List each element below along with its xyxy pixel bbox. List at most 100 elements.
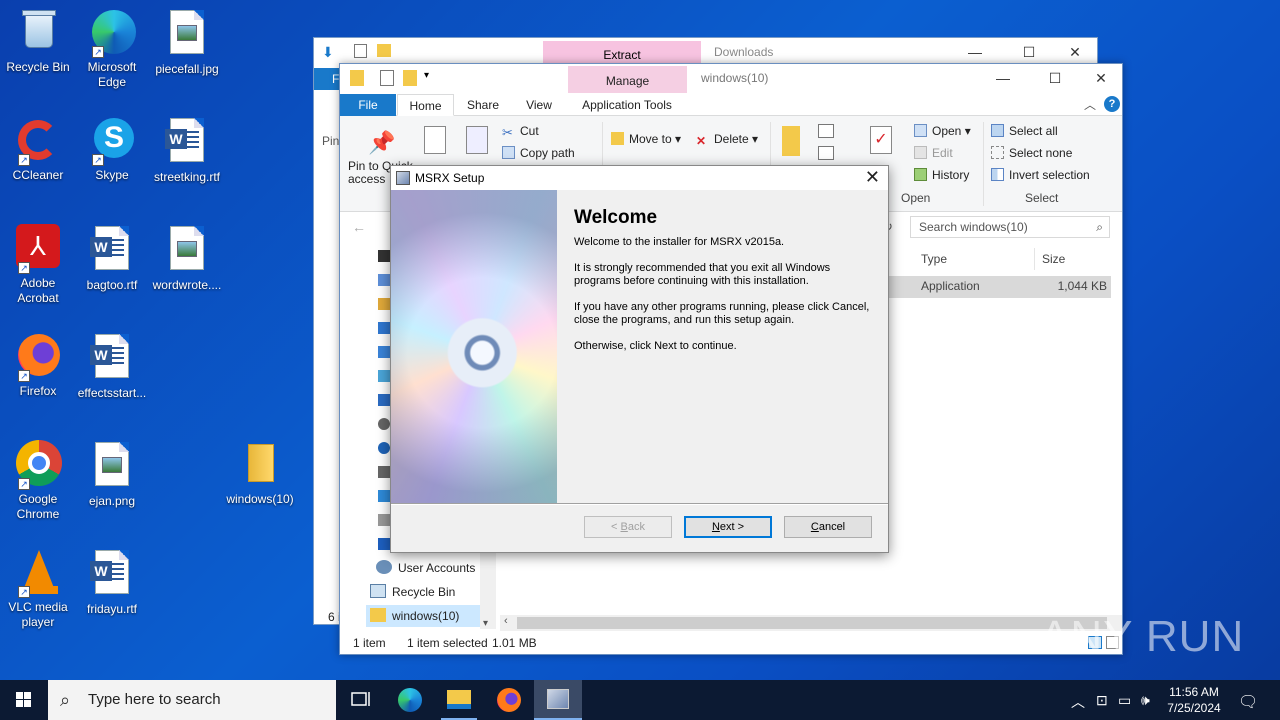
desktop-icon-ejan[interactable]: ejan.png <box>74 440 150 509</box>
taskbar-edge[interactable] <box>386 680 434 720</box>
minimize-button[interactable]: — <box>980 64 1026 92</box>
properties-icon[interactable]: ✓ <box>870 126 892 154</box>
firefox-icon <box>497 688 521 712</box>
chevron-down-icon[interactable]: ▾ <box>483 618 488 629</box>
taskbar-firefox[interactable] <box>485 680 533 720</box>
desktop-icon-ccleaner[interactable]: ↗ CCleaner <box>0 116 76 183</box>
maximize-button[interactable]: ☐ <box>1032 64 1078 92</box>
windows-logo-icon <box>16 692 31 707</box>
collapse-ribbon-icon[interactable]: ︿ <box>1084 96 1096 113</box>
tab-view[interactable]: View <box>516 94 562 116</box>
desktop-icon-edge[interactable]: ↗ Microsoft Edge <box>74 8 150 90</box>
nav-item-windows10[interactable]: windows(10) <box>366 605 480 627</box>
cut-button[interactable]: ✂ Cut <box>502 124 539 140</box>
properties-check-icon[interactable] <box>354 44 367 58</box>
folder-icon[interactable] <box>377 44 391 57</box>
desktop-icon-acrobat[interactable]: ⅄ ↗ Adobe Acrobat <box>0 224 76 306</box>
taskbar-file-explorer[interactable] <box>435 680 483 720</box>
invert-selection-button[interactable]: Invert selection <box>991 168 1090 182</box>
nav-item-recycle-bin[interactable]: Recycle Bin <box>370 581 455 603</box>
scrollbar-thumb[interactable] <box>517 617 1107 629</box>
taskbar-search-box[interactable]: ⌕ Type here to search <box>48 680 336 720</box>
nav-icon[interactable] <box>378 418 390 430</box>
network-icon[interactable]: ⊡ <box>1096 692 1108 709</box>
tab-share[interactable]: Share <box>460 94 506 116</box>
select-all-button[interactable]: Select all <box>991 124 1058 138</box>
desktop-icon-streetking[interactable]: W streetking.rtf <box>149 116 225 185</box>
desktop-icon-bagtoo[interactable]: W bagtoo.rtf <box>74 224 150 293</box>
nav-icon[interactable] <box>378 298 390 310</box>
next-button[interactable]: Next > <box>684 516 772 538</box>
nav-icon[interactable] <box>378 274 390 286</box>
properties-check-icon[interactable] <box>380 70 394 86</box>
search-box[interactable]: Search windows(10) ⌕ <box>910 216 1110 238</box>
desktop-icon-fridayu[interactable]: W fridayu.rtf <box>74 548 150 617</box>
file-row-selected[interactable]: Application 1,044 KB <box>888 276 1111 298</box>
close-button[interactable]: ✕ <box>1052 38 1098 66</box>
close-button[interactable]: ✕ <box>1078 64 1124 92</box>
title-bar[interactable]: ▾ Manage windows(10) — ☐ ✕ <box>340 64 1124 93</box>
volume-icon[interactable]: 🕪 <box>1141 692 1150 709</box>
close-icon[interactable]: ✕ <box>865 167 880 188</box>
chevron-up-icon[interactable]: ︿ <box>1071 692 1085 712</box>
nav-icon[interactable] <box>378 394 390 406</box>
paste-icon[interactable] <box>466 126 488 154</box>
chevron-left-icon[interactable]: ‹ <box>504 615 508 627</box>
help-icon[interactable]: ? <box>1104 96 1120 112</box>
back-arrow-icon[interactable]: ← <box>352 219 366 235</box>
copy-icon[interactable] <box>424 126 446 154</box>
desktop-icon-skype[interactable]: S ↗ Skype <box>74 116 150 183</box>
move-to-button[interactable]: Move to ▾ <box>611 132 681 146</box>
welcome-heading: Welcome <box>574 207 658 228</box>
nav-icon[interactable] <box>378 442 390 454</box>
easy-access-icon[interactable] <box>818 146 834 160</box>
tab-file[interactable]: File <box>340 94 396 116</box>
desktop-icon-recycle-bin[interactable]: Recycle Bin <box>0 8 76 75</box>
copy-path-button[interactable]: Copy path <box>502 146 575 160</box>
column-header-size[interactable]: Size <box>1042 250 1065 272</box>
nav-icon[interactable] <box>378 514 390 526</box>
desktop-icon-firefox[interactable]: ↗ Firefox <box>0 332 76 399</box>
tab-application-tools[interactable]: Application Tools <box>572 94 682 116</box>
taskbar-msrx-setup[interactable] <box>534 680 582 720</box>
desktop-icon-chrome[interactable]: ↗ Google Chrome <box>0 440 76 522</box>
delete-button[interactable]: ✕ Delete ▾ <box>696 132 758 148</box>
new-folder-icon[interactable] <box>782 126 800 156</box>
new-item-icon[interactable] <box>818 124 834 138</box>
tab-home[interactable]: Home <box>397 94 454 116</box>
column-header-type[interactable]: Type <box>921 250 947 272</box>
clock[interactable]: 11:56 AM 7/25/2024 <box>1162 684 1226 716</box>
desktop-icon-effectsstart[interactable]: W effectsstart... <box>74 332 150 401</box>
dialog-title-bar[interactable]: MSRX Setup ✕ <box>391 166 888 190</box>
desktop-icon-wordwrote[interactable]: wordwrote.... <box>149 224 225 293</box>
nav-icon[interactable] <box>378 490 390 502</box>
nav-icon[interactable] <box>378 250 390 262</box>
tab-manage[interactable]: Manage <box>568 66 687 93</box>
monitor-icon[interactable]: ▭ <box>1118 692 1131 709</box>
horizontal-scrollbar[interactable]: ‹ <box>500 615 1122 631</box>
cancel-button[interactable]: Cancel <box>784 516 872 538</box>
desktop-icon-vlc[interactable]: ↗ VLC media player <box>0 548 76 630</box>
start-button[interactable] <box>0 680 48 720</box>
back-button[interactable]: < Back <box>584 516 672 538</box>
nav-icon[interactable] <box>378 346 390 358</box>
nav-icon[interactable] <box>378 466 390 478</box>
nav-icon[interactable] <box>378 322 390 334</box>
nav-icon[interactable] <box>378 370 390 382</box>
open-button[interactable]: Open ▾ <box>914 124 971 138</box>
minimize-button[interactable]: — <box>952 38 998 66</box>
chevron-down-icon[interactable]: ▾ <box>424 70 429 81</box>
nav-item-user-accounts[interactable]: User Accounts <box>376 557 475 579</box>
notification-icon[interactable]: 🗨 <box>1238 692 1258 712</box>
title-bar[interactable]: ⬇ Extract Downloads — ☐ ✕ <box>314 38 1097 66</box>
nav-icon[interactable] <box>378 538 390 550</box>
edit-button[interactable]: Edit <box>914 146 953 160</box>
new-folder-icon[interactable] <box>403 70 417 86</box>
task-view-button[interactable] <box>336 680 384 720</box>
desktop-icon-piecefall[interactable]: piecefall.jpg <box>149 8 225 77</box>
select-none-button[interactable]: Select none <box>991 146 1072 160</box>
setup-dialog[interactable]: MSRX Setup ✕ Welcome Welcome to the inst… <box>390 165 889 553</box>
history-button[interactable]: History <box>914 168 969 182</box>
desktop-icon-windows10-folder[interactable]: windows(10) <box>222 440 298 507</box>
maximize-button[interactable]: ☐ <box>1006 38 1052 66</box>
